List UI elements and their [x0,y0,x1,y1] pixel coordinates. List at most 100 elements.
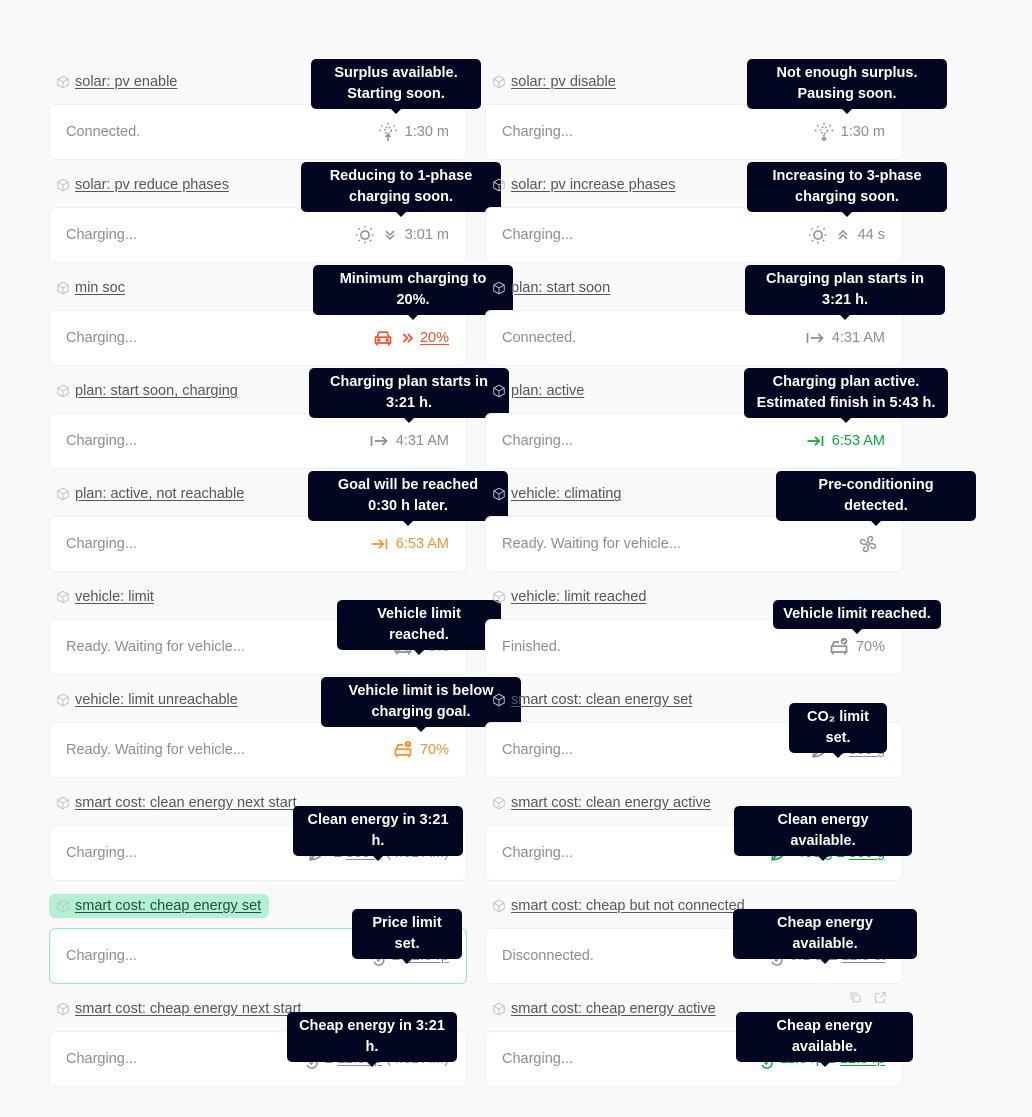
story-title-label[interactable]: smart cost: clean energy next start [75,795,297,811]
story-title-label[interactable]: plan: start soon, charging [75,383,238,399]
story-title-link[interactable]: vehicle: limit reached [485,585,654,609]
story-title-label[interactable]: smart cost: cheap energy set [75,898,261,914]
story-item: plan: start soon, charging Charging... 4:3… [49,368,509,479]
component-icon [492,1002,506,1016]
car-icon [373,328,393,348]
status-message: Charging... [66,1051,137,1067]
story-title-label[interactable]: vehicle: climating [511,486,621,502]
tooltip-line: Reducing to 1-phase [329,168,473,184]
tooltip: CO₂ limit set. [789,703,887,758]
sun-icon [808,225,828,245]
story-title-link[interactable]: vehicle: limit [49,585,162,609]
story-title-label[interactable]: smart cost: cheap but not connected [511,898,745,914]
story-title-link[interactable]: solar: pv increase phases [485,173,683,197]
tooltip-line: Increasing to 3-phase [772,168,922,184]
component-icon [56,590,70,604]
story-title-link[interactable]: smart cost: cheap energy next start [49,997,309,1021]
copy-icon[interactable] [849,991,862,1009]
tooltip-line: charging soon. [349,189,453,205]
story-title-link[interactable]: plan: start soon, charging [49,379,246,403]
story-title-label[interactable]: vehicle: limit unreachable [75,692,238,708]
status-card: Charging... 44 s [485,207,903,263]
story-title-link[interactable]: solar: pv reduce phases [49,173,237,197]
story-title-link[interactable]: vehicle: climating [485,482,629,506]
status-message: Charging... [66,330,137,346]
status-message: Charging... [66,948,137,964]
limit-link[interactable]: 20% [420,330,449,346]
fan-icon [858,534,878,554]
story-title-label[interactable]: smart cost: clean energy active [511,795,711,811]
tooltip: Surplus available. Starting soon. [311,59,481,114]
story-title-label[interactable]: solar: pv reduce phases [75,177,229,193]
status-message: Charging... [66,433,137,449]
story-title-link[interactable]: smart cost: clean energy set [485,688,700,712]
tooltip-line: Cheap energy in 3:21 h. [299,1018,445,1055]
story-title-label[interactable]: plan: active [511,383,584,399]
tooltip-line: Cheap energy available. [777,915,873,952]
story-item: solar: pv disable Charging... 1:30 m Not en… [485,59,947,170]
story-title-link[interactable]: plan: active, not reachable [49,482,252,506]
story-item: plan: start soon Connected. 4:31 AM Chargin… [485,265,945,376]
story-title-link[interactable]: solar: pv disable [485,70,624,94]
story-title-label[interactable]: smart cost: clean energy set [511,692,692,708]
external-link-icon[interactable] [874,991,887,1009]
story-item: vehicle: limit reached Finished. 70% Vehicl… [485,585,941,685]
component-icon [492,590,506,604]
story-title-link[interactable]: solar: pv enable [49,70,185,94]
tooltip-line: charging soon. [795,189,899,205]
component-icon [492,693,506,707]
tooltip-line: Vehicle limit is below [348,683,494,699]
tooltip-line: Cheap energy available. [776,1018,873,1055]
status-indicator: 20% [373,328,449,348]
component-icon [56,281,70,295]
story-title-label[interactable]: smart cost: cheap energy active [511,1001,716,1017]
story-item: smart cost: clean energy setCharging...≤… [485,688,905,788]
car-warning-icon [393,740,413,760]
tooltip-line: Vehicle limit reached. [783,606,931,622]
story-title-link[interactable]: smart cost: cheap energy active [485,997,724,1021]
status-indicator: 70% [393,740,449,760]
story-title-link[interactable]: vehicle: limit unreachable [49,688,246,712]
tooltip: Minimum charging to 20%. [313,265,513,320]
indicator-value: 1:30 m [840,124,885,140]
story-title-link[interactable]: plan: start soon [485,276,618,300]
story-title-link[interactable]: smart cost: clean energy active [485,791,719,815]
tooltip: Charging plan starts in 3:21 h. [745,265,945,320]
status-indicator [858,534,885,554]
arrow-to-bar-icon [369,534,389,554]
status-indicator: 1:30 m [814,122,885,142]
tooltip-line: Charging plan starts in [766,271,924,287]
component-icon [56,384,70,398]
story-title-link[interactable]: smart cost: cheap but not connected [485,894,753,918]
tooltip-line: Charging plan starts in [330,374,488,390]
story-item: smart cost: cheap energy next start Charg… [49,997,469,1097]
tooltip-line: Goal will be reached [337,477,479,493]
tooltip-line: Vehicle limit reached. [377,606,461,643]
story-title-link[interactable]: plan: active [485,379,592,403]
status-message: Disconnected. [502,948,594,964]
status-message: Charging... [502,1051,573,1067]
story-title-label[interactable]: vehicle: limit [75,589,154,605]
story-title-link[interactable]: min soc [49,276,133,300]
story-title-label[interactable]: solar: pv disable [511,74,616,90]
story-item: min soc Charging... 20% Minimum charging to… [49,265,513,376]
component-icon [492,899,506,913]
story-item: smart cost: cheap but not connected Disco… [485,894,917,994]
status-message: Ready. Waiting for vehicle... [502,536,681,552]
story-title-label[interactable]: plan: active, not reachable [75,486,244,502]
component-icon [492,796,506,810]
story-title-label[interactable]: plan: start soon [511,280,610,296]
story-title-label[interactable]: solar: pv increase phases [511,177,675,193]
story-item: vehicle: climating Ready. Waiting for veh… [485,471,976,582]
story-title-label[interactable]: smart cost: cheap energy next start [75,1001,301,1017]
story-title-link[interactable]: smart cost: clean energy next start [49,791,305,815]
story-title-link[interactable]: smart cost: cheap energy set [49,894,270,918]
story-title-label[interactable]: min soc [75,280,125,296]
chevrons-up-icon [835,225,851,245]
tooltip: Not enough surplus. Pausing soon. [747,59,947,114]
indicator-value: 6:53 AM [831,433,885,449]
component-icon [56,75,70,89]
story-title-label[interactable]: solar: pv enable [75,74,177,90]
tooltip-line: Charging plan active. [772,374,920,390]
story-title-label[interactable]: vehicle: limit reached [511,589,646,605]
